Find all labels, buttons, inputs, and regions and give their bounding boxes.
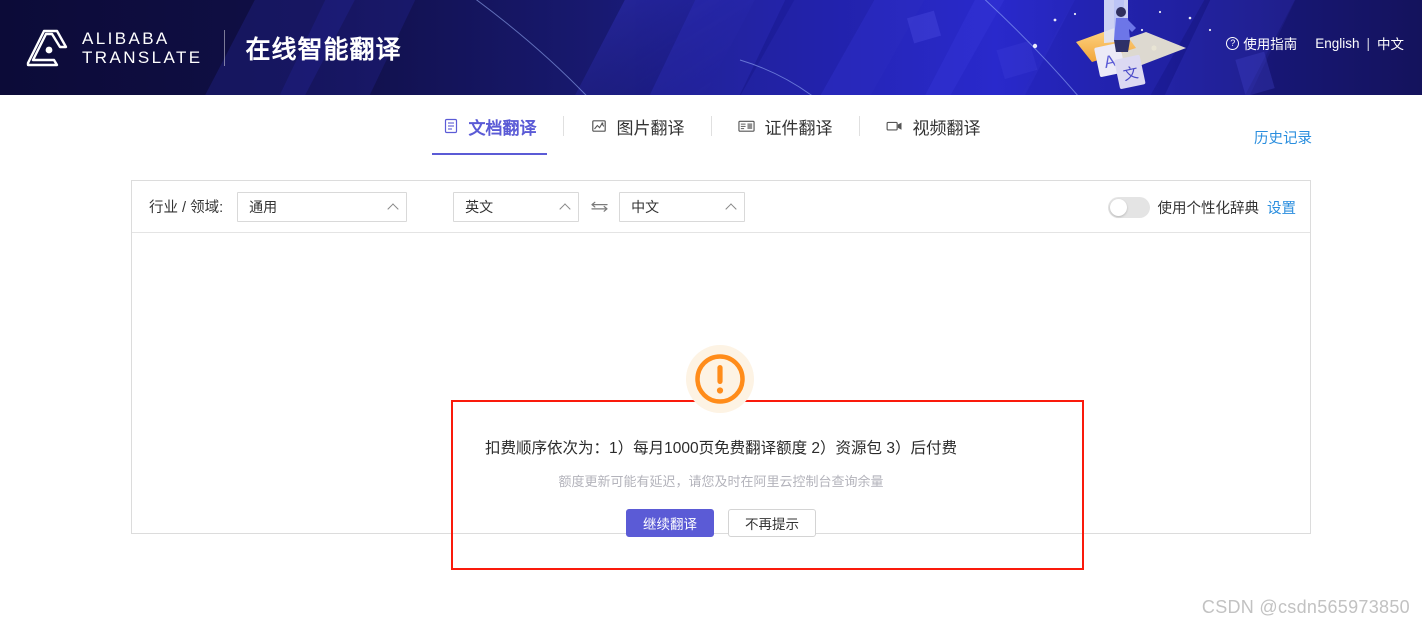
industry-select-value: 通用 bbox=[249, 198, 278, 215]
chevron-up-icon bbox=[725, 202, 737, 215]
document-icon bbox=[442, 117, 460, 135]
question-circle-icon: ? bbox=[1226, 36, 1240, 50]
language-separator: | bbox=[1366, 35, 1370, 51]
header-links: ? 使用指南 English | 中文 bbox=[1226, 33, 1404, 53]
warning-area: 扣费顺序依次为：1）每月1000页免费翻译额度 2）资源包 3）后付费 额度更新… bbox=[132, 233, 1310, 570]
swap-horizontal-icon[interactable] bbox=[588, 197, 610, 217]
tab-list: 文档翻译 图片翻译 证件翻译 视频翻译 bbox=[0, 95, 1422, 157]
tab-document-translation[interactable]: 文档翻译 bbox=[416, 104, 563, 155]
tab-label: 图片翻译 bbox=[616, 118, 685, 138]
language-english-link[interactable]: English bbox=[1315, 36, 1359, 51]
watermark-text: CSDN @csdn565973850 bbox=[1201, 597, 1410, 617]
tab-label: 视频翻译 bbox=[912, 118, 981, 138]
translation-panel: 行业 / 领域: 通用 英文 中文 使用个性化辞典 设置 扣费顺序依次为：1）每… bbox=[131, 180, 1311, 570]
personal-dictionary-toggle[interactable] bbox=[1107, 196, 1150, 218]
dictionary-options: 使用个性化辞典 设置 bbox=[1107, 181, 1296, 233]
tab-video-translation[interactable]: 视频翻译 bbox=[860, 104, 1007, 148]
page-banner: A 文 ALIBABA TRANSLATE 在线智能翻译 ? 使用指南 Engl… bbox=[0, 0, 1422, 95]
industry-label: 行业 / 领域: bbox=[149, 200, 224, 216]
language-chinese-link[interactable]: 中文 bbox=[1377, 33, 1404, 53]
tab-image-translation[interactable]: 图片翻译 bbox=[564, 104, 711, 148]
video-camera-icon bbox=[886, 117, 904, 135]
tab-certificate-translation[interactable]: 证件翻译 bbox=[712, 104, 859, 148]
tab-label: 证件翻译 bbox=[764, 118, 833, 138]
tab-bar: 文档翻译 图片翻译 证件翻译 视频翻译 历史记录 bbox=[0, 95, 1422, 160]
dont-remind-button[interactable]: 不再提示 bbox=[728, 509, 816, 537]
id-card-icon bbox=[738, 117, 756, 135]
industry-select[interactable]: 通用 bbox=[237, 191, 408, 222]
brand-logo[interactable]: ALIBABA TRANSLATE 在线智能翻译 bbox=[24, 22, 402, 74]
source-language-value: 英文 bbox=[465, 198, 494, 215]
personal-dictionary-label: 使用个性化辞典 bbox=[1157, 200, 1260, 217]
chevron-up-icon bbox=[559, 202, 571, 215]
toggle-knob bbox=[1109, 198, 1127, 216]
options-toolbar: 行业 / 领域: 通用 英文 中文 使用个性化辞典 设置 bbox=[132, 181, 1310, 233]
warning-main-text: 扣费顺序依次为：1）每月1000页免费翻译额度 2）资源包 3）后付费 bbox=[485, 440, 957, 457]
brand-wordmark: ALIBABA TRANSLATE bbox=[82, 29, 202, 67]
image-icon bbox=[590, 117, 608, 135]
warning-sub-text: 额度更新可能有延迟，请您及时在阿里云控制台查询余量 bbox=[558, 474, 884, 489]
continue-translation-button[interactable]: 继续翻译 bbox=[626, 509, 714, 537]
brand-divider bbox=[224, 30, 226, 66]
target-language-select[interactable]: 中文 bbox=[619, 191, 746, 222]
brand-subtitle: 在线智能翻译 bbox=[245, 36, 402, 64]
brand-line-1: ALIBABA bbox=[82, 28, 170, 48]
user-guide-link[interactable]: 使用指南 bbox=[1243, 33, 1297, 53]
source-language-select[interactable]: 英文 bbox=[453, 191, 580, 222]
exclamation-circle-icon bbox=[686, 345, 754, 413]
target-language-value: 中文 bbox=[631, 198, 660, 215]
tab-label: 文档翻译 bbox=[468, 118, 537, 138]
alibaba-logo-icon bbox=[26, 29, 68, 67]
history-record-link[interactable]: 历史记录 bbox=[1254, 127, 1312, 148]
dictionary-settings-link[interactable]: 设置 bbox=[1267, 197, 1296, 218]
brand-line-2: TRANSLATE bbox=[82, 48, 203, 67]
chevron-up-icon bbox=[387, 202, 399, 215]
warning-actions: 继续翻译 不再提示 bbox=[132, 509, 1310, 537]
